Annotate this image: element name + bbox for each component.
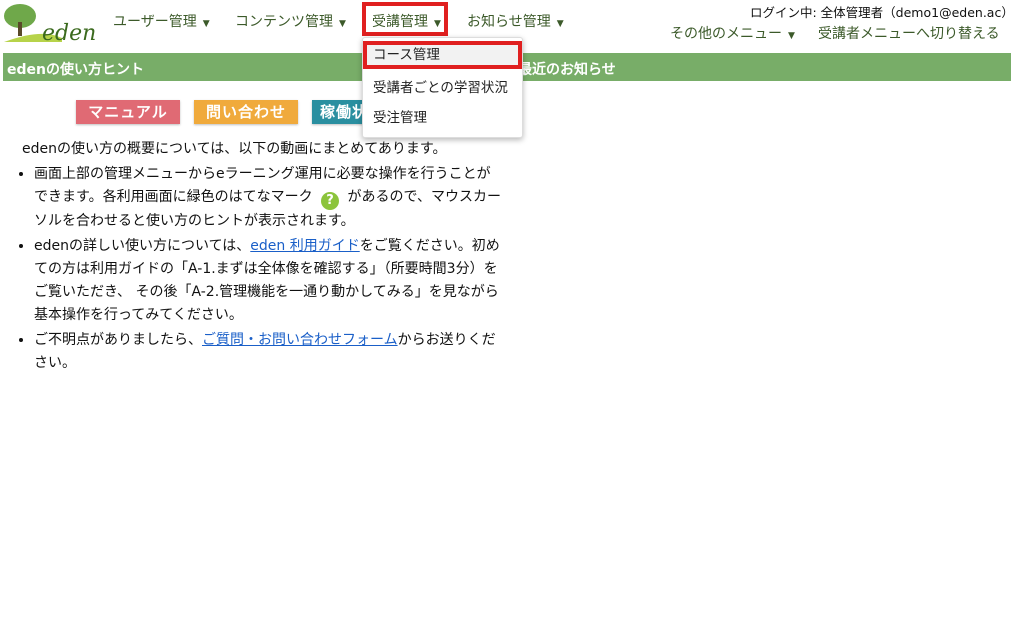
- hint-content: edenの使い方の概要については、以下の動画にまとめてあります。 画面上部の管理…: [10, 138, 504, 377]
- list-item: edenの詳しい使い方については、eden 利用ガイドをご覧ください。初めての方…: [34, 235, 504, 327]
- chevron-down-icon: ▼: [339, 19, 346, 29]
- nav-content-management[interactable]: コンテンツ管理 ▼: [235, 11, 346, 31]
- intro-text: edenの使い方の概要については、以下の動画にまとめてあります。: [22, 141, 447, 157]
- nav-content-management-label: コンテンツ管理: [235, 14, 333, 30]
- eden-guide-link[interactable]: eden 利用ガイド: [250, 238, 359, 254]
- tree-logo-icon: eden: [4, 4, 96, 46]
- list-item: ご不明点がありましたら、ご質問・お問い合わせフォームからお送りください。: [34, 329, 504, 375]
- news-section-title: 最近のお知らせ: [518, 62, 616, 78]
- other-menu-label: その他のメニュー: [670, 26, 782, 42]
- logo-text: eden: [42, 21, 96, 44]
- nav-user-management-label: ユーザー管理: [113, 14, 197, 30]
- list-item: 画面上部の管理メニューからeラーニング運用に必要な操作を行うことができます。各利…: [34, 163, 504, 233]
- menu-item-learning-status-by-learner[interactable]: 受講者ごとの学習状況: [363, 74, 522, 102]
- inquiry-form-link[interactable]: ご質問・お問い合わせフォーム: [202, 332, 398, 348]
- switch-to-learner-menu-link[interactable]: 受講者メニューへ切り替える: [818, 23, 1000, 43]
- help-question-icon: ?: [321, 192, 340, 210]
- eden-logo[interactable]: eden: [2, 2, 98, 46]
- chevron-down-icon: ▼: [788, 31, 795, 41]
- contact-button[interactable]: 問い合わせ: [194, 100, 298, 124]
- chevron-down-icon: ▼: [202, 19, 210, 29]
- login-status: ログイン中: 全体管理者（demo1@eden.ac）: [750, 5, 1014, 20]
- menu-item-order-management[interactable]: 受注管理: [363, 104, 522, 132]
- hint-list: 画面上部の管理メニューからeラーニング運用に必要な操作を行うことができます。各利…: [10, 163, 504, 375]
- operation-status-button[interactable]: 稼働状況: [312, 100, 364, 124]
- bullet-3-text-a: ご不明点がありましたら、: [34, 332, 202, 348]
- nav-user-management[interactable]: ユーザー管理 ▼: [113, 11, 210, 31]
- menu-item-course-management[interactable]: コース管理: [363, 41, 522, 69]
- manual-button[interactable]: マニュアル: [76, 100, 180, 124]
- other-menu-dropdown[interactable]: その他のメニュー ▼: [670, 23, 795, 43]
- nav-notice-management[interactable]: お知らせ管理 ▼: [467, 11, 564, 31]
- chevron-down-icon: ▼: [556, 19, 564, 29]
- attendance-management-dropdown-menu: コース管理 受講者ごとの学習状況 受注管理: [362, 37, 523, 138]
- nav-notice-management-label: お知らせ管理: [467, 14, 551, 30]
- hint-section-title: edenの使い方ヒント: [7, 62, 144, 78]
- nav-active-highlight: [362, 2, 448, 36]
- bullet-2-text-a: edenの詳しい使い方については、: [34, 238, 251, 254]
